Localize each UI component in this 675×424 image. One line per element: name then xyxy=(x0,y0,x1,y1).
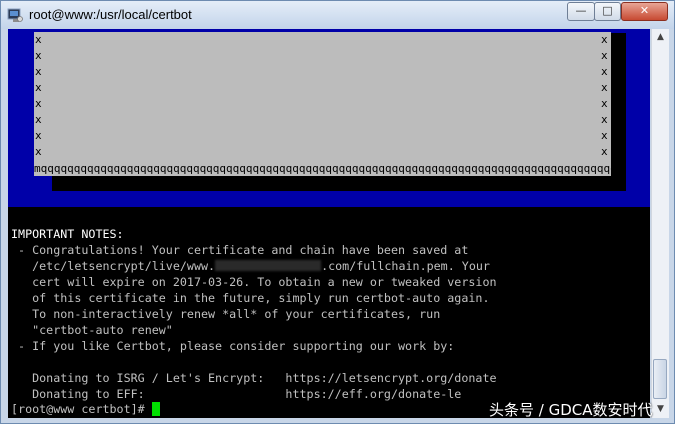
terminal-output: IMPORTANT NOTES: - Congratulations! Your… xyxy=(11,210,497,418)
output-line: - Congratulations! Your certificate and … xyxy=(11,243,469,257)
output-line: Donating to EFF: https://eff.org/donate-… xyxy=(11,387,462,401)
shell-prompt[interactable]: [root@www certbot]# xyxy=(11,401,160,417)
redacted-domain xyxy=(215,260,322,271)
scroll-down-arrow-icon[interactable]: ▼ xyxy=(652,401,669,418)
prompt-text: [root@www certbot]# xyxy=(11,402,152,416)
ncurses-dialog: x x x x x x x x x x x x x x x x mqqqqqqq… xyxy=(34,32,611,176)
output-line: .com/fullchain.pem. Your xyxy=(321,259,490,273)
scrollbar-thumb[interactable] xyxy=(653,359,667,399)
maximize-button[interactable]: □ xyxy=(594,2,621,21)
terminal-window: root@www:/usr/local/certbot — □ ✕ x x x … xyxy=(0,0,675,424)
window-title: root@www:/usr/local/certbot xyxy=(29,7,192,22)
terminal-icon xyxy=(7,8,23,22)
terminal-screen[interactable]: x x x x x x x x x x x x x x x x mqqqqqqq… xyxy=(8,29,650,418)
notes-heading: IMPORTANT NOTES: xyxy=(11,227,124,241)
dialog-left-border: x x x x x x x x xyxy=(35,33,42,158)
output-line: of this certificate in the future, simpl… xyxy=(11,291,490,305)
close-button[interactable]: ✕ xyxy=(621,2,668,21)
title-bar[interactable]: root@www:/usr/local/certbot — □ ✕ xyxy=(1,1,674,29)
vertical-scrollbar[interactable]: ▲ ▼ xyxy=(651,29,669,418)
dialog-bottom-border: mqqqqqqqqqqqqqqqqqqqqqqqqqqqqqqqqqqqqqqq… xyxy=(34,162,611,175)
dialog-background: x x x x x x x x x x x x x x x x mqqqqqqq… xyxy=(8,29,650,207)
text-cursor xyxy=(151,402,160,416)
watermark: 头条号 / GDCA数安时代 xyxy=(489,401,653,419)
output-line: - If you like Certbot, please consider s… xyxy=(11,339,455,353)
output-line: cert will expire on 2017-03-26. To obtai… xyxy=(11,275,497,289)
output-line: Donating to ISRG / Let's Encrypt: https:… xyxy=(11,371,497,385)
minimize-button[interactable]: — xyxy=(567,2,595,21)
output-line: "certbot-auto renew" xyxy=(11,323,173,337)
output-line: /etc/letsencrypt/live/www. xyxy=(11,259,216,273)
dialog-right-border: x x x x x x x x xyxy=(601,33,608,158)
scroll-up-arrow-icon[interactable]: ▲ xyxy=(652,29,669,46)
output-line: To non-interactively renew *all* of your… xyxy=(11,307,441,321)
